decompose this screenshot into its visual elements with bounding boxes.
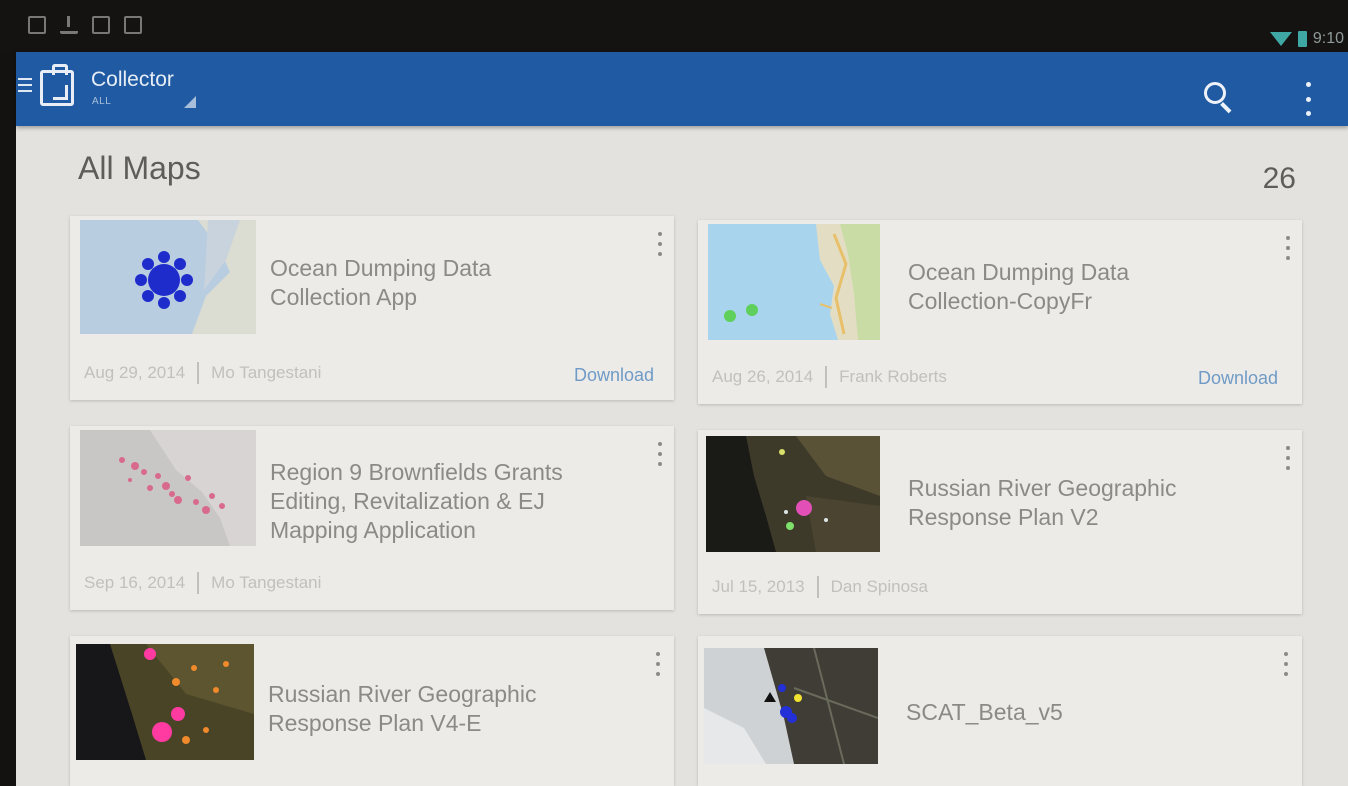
meta-divider bbox=[825, 366, 828, 388]
map-title[interactable]: SCAT_Beta_v5 bbox=[906, 698, 1063, 727]
card-overflow-icon[interactable] bbox=[656, 232, 664, 256]
app-window: Collector ALL All Maps 26 Ocean Dumping … bbox=[16, 52, 1348, 786]
map-meta: Aug 26, 2014 Frank Roberts bbox=[712, 366, 947, 388]
map-card[interactable]: Russian River Geographic Response Plan V… bbox=[70, 636, 674, 786]
status-bar: 9:10 bbox=[0, 0, 1348, 52]
menu-icon[interactable] bbox=[18, 78, 32, 92]
map-thumbnail[interactable] bbox=[708, 224, 880, 340]
map-card[interactable]: Ocean Dumping Data Collection-CopyFr Aug… bbox=[698, 220, 1302, 404]
map-title[interactable]: Ocean Dumping Data Collection-CopyFr bbox=[908, 258, 1129, 316]
map-thumbnail[interactable] bbox=[76, 644, 254, 760]
map-date: Sep 16, 2014 bbox=[84, 573, 186, 592]
map-card[interactable]: Region 9 Brownfields Grants Editing, Rev… bbox=[70, 426, 674, 610]
dropdown-icon[interactable] bbox=[184, 96, 196, 108]
map-meta: Sep 16, 2014 Mo Tangestani bbox=[84, 572, 321, 594]
map-date: Jul 15, 2013 bbox=[712, 577, 805, 596]
map-author: Mo Tangestani bbox=[211, 363, 322, 382]
app-filter[interactable]: ALL bbox=[92, 96, 111, 107]
map-title[interactable]: Russian River Geographic Response Plan V… bbox=[268, 680, 536, 738]
android-notification-icon bbox=[124, 16, 142, 34]
status-indicators: 9:10 bbox=[1269, 30, 1344, 48]
map-thumbnail[interactable] bbox=[706, 436, 880, 552]
image-notification-icon bbox=[92, 16, 110, 34]
card-overflow-icon[interactable] bbox=[1282, 652, 1290, 676]
notification-icons bbox=[28, 16, 142, 34]
toolbar: Collector ALL bbox=[16, 52, 1348, 126]
card-overflow-icon[interactable] bbox=[654, 652, 662, 676]
map-card[interactable]: Ocean Dumping Data Collection App Aug 29… bbox=[70, 216, 674, 400]
download-notification-icon bbox=[60, 16, 78, 34]
map-title[interactable]: Ocean Dumping Data Collection App bbox=[270, 254, 491, 312]
meta-divider bbox=[197, 362, 200, 384]
download-button[interactable]: Download bbox=[574, 365, 654, 386]
search-icon[interactable] bbox=[1204, 82, 1226, 104]
card-overflow-icon[interactable] bbox=[656, 442, 664, 466]
map-thumbnail[interactable] bbox=[80, 220, 256, 334]
collector-app-icon[interactable] bbox=[40, 64, 74, 106]
wifi-icon bbox=[1269, 32, 1292, 46]
app-title[interactable]: Collector bbox=[91, 68, 174, 92]
map-title[interactable]: Region 9 Brownfields Grants Editing, Rev… bbox=[270, 458, 563, 545]
map-author: Mo Tangestani bbox=[211, 573, 322, 592]
map-title[interactable]: Russian River Geographic Response Plan V… bbox=[908, 474, 1176, 532]
map-thumbnail[interactable] bbox=[80, 430, 256, 546]
map-card[interactable]: Russian River Geographic Response Plan V… bbox=[698, 430, 1302, 614]
map-author: Dan Spinosa bbox=[830, 577, 928, 596]
map-author: Frank Roberts bbox=[839, 367, 947, 386]
map-thumbnail[interactable] bbox=[704, 648, 878, 764]
meta-divider bbox=[816, 576, 819, 598]
map-card[interactable]: SCAT_Beta_v5 bbox=[698, 636, 1302, 786]
page-title: All Maps bbox=[78, 150, 201, 186]
download-button[interactable]: Download bbox=[1198, 368, 1278, 389]
meta-divider bbox=[197, 572, 200, 594]
map-meta: Jul 15, 2013 Dan Spinosa bbox=[712, 576, 928, 598]
battery-icon bbox=[1297, 31, 1307, 47]
notification-icon bbox=[28, 16, 46, 34]
map-date: Aug 29, 2014 bbox=[84, 363, 186, 382]
map-count: 26 bbox=[1262, 162, 1296, 195]
card-overflow-icon[interactable] bbox=[1284, 236, 1292, 260]
status-time: 9:10 bbox=[1312, 30, 1344, 47]
map-meta: Aug 29, 2014 Mo Tangestani bbox=[84, 362, 321, 384]
card-overflow-icon[interactable] bbox=[1284, 446, 1292, 470]
map-date: Aug 26, 2014 bbox=[712, 367, 814, 386]
overflow-menu-icon[interactable] bbox=[1298, 82, 1318, 116]
